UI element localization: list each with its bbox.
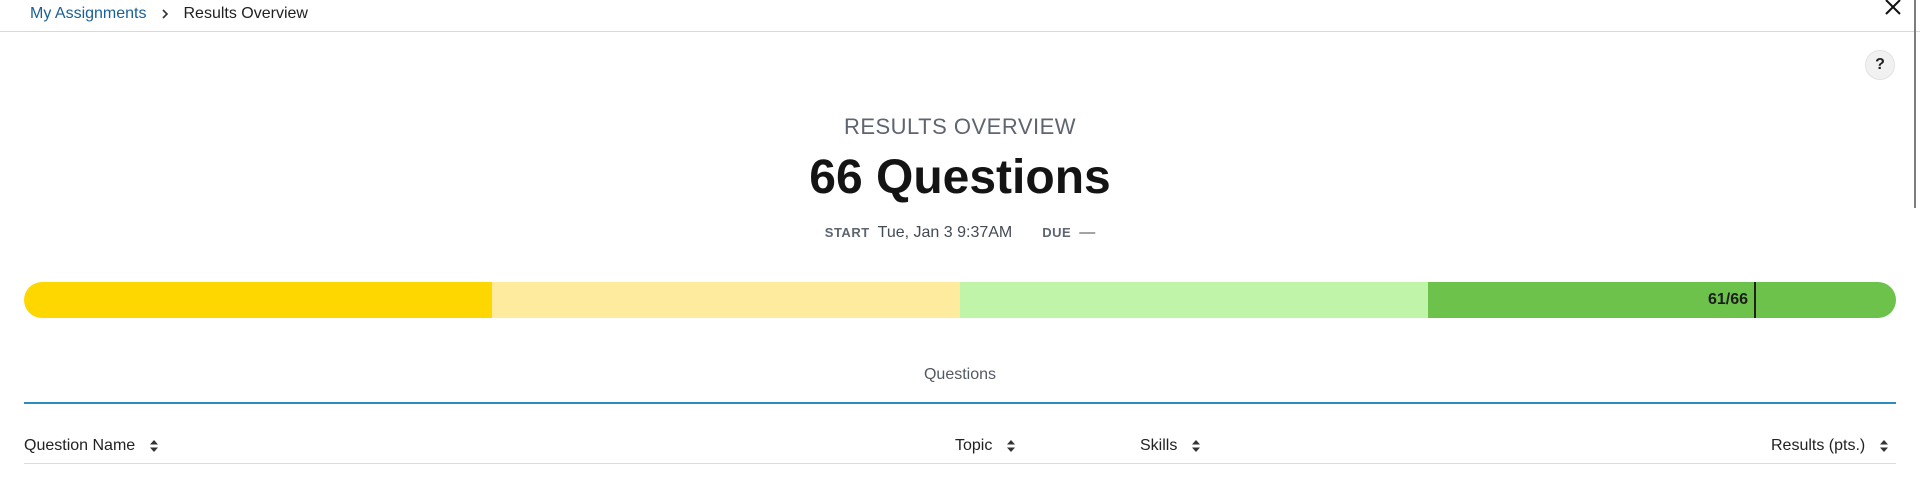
progress-marker: [1754, 282, 1756, 318]
table-header: Question Name Topic Skills Results (pts.…: [24, 432, 1896, 464]
column-header-topic[interactable]: Topic: [955, 437, 1016, 455]
breadcrumb-current: Results Overview: [183, 5, 308, 22]
column-label: Results (pts.): [1771, 437, 1866, 454]
column-header-skills[interactable]: Skills: [1140, 437, 1201, 455]
help-icon: ?: [1875, 56, 1885, 73]
progress-segment-1: [24, 282, 492, 318]
column-header-question-name[interactable]: Question Name: [24, 437, 159, 455]
column-label: Question Name: [24, 437, 136, 454]
column-label: Skills: [1140, 437, 1178, 454]
progress-segment-3: [960, 282, 1428, 318]
assignment-dates: START Tue, Jan 3 9:37AM DUE —: [0, 224, 1920, 242]
due-key: DUE: [1042, 225, 1072, 240]
results-progress-bar: 61/66: [24, 282, 1896, 318]
close-icon[interactable]: [1882, 0, 1904, 20]
help-button[interactable]: ?: [1865, 50, 1895, 80]
progress-segment-2: [492, 282, 960, 318]
overview-label: RESULTS OVERVIEW: [843, 114, 1077, 139]
sort-icon[interactable]: [149, 439, 159, 453]
start-key: START: [824, 225, 870, 240]
due-value: —: [1079, 224, 1096, 241]
progress-score: 61/66: [1707, 291, 1748, 308]
chevron-right-icon: [158, 7, 172, 21]
start-value: Tue, Jan 3 9:37AM: [877, 224, 1013, 241]
sort-icon[interactable]: [1006, 439, 1016, 453]
progress-segment-4: [1428, 282, 1896, 318]
breadcrumb-link-my-assignments[interactable]: My Assignments: [30, 5, 146, 23]
sort-icon[interactable]: [1191, 439, 1201, 453]
top-bar: My Assignments Results Overview: [0, 0, 1920, 32]
tab-questions[interactable]: Questions: [24, 360, 1896, 404]
breadcrumb: My Assignments Results Overview: [30, 4, 308, 24]
sort-icon[interactable]: [1879, 439, 1889, 453]
results-overview-page: My Assignments Results Overview ? RESULT…: [0, 0, 1920, 484]
page-title: 66 Questions: [809, 151, 1111, 204]
column-label: Topic: [955, 437, 993, 454]
column-header-results[interactable]: Results (pts.): [1771, 437, 1889, 455]
